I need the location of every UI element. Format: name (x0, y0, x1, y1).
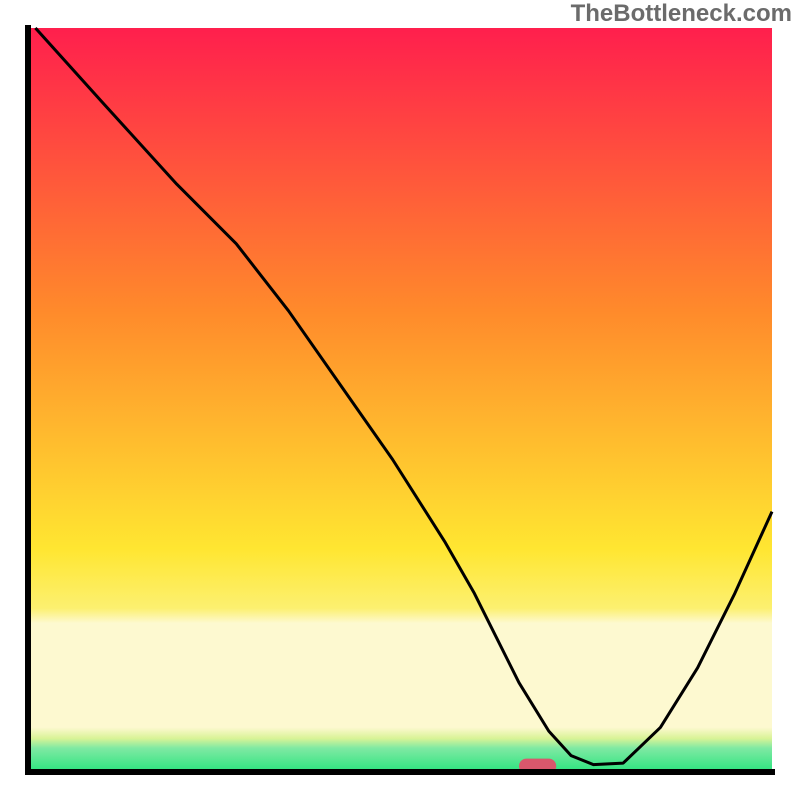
gradient-background (28, 28, 772, 772)
bottleneck-chart: TheBottleneck.com (0, 0, 800, 800)
attribution-label: TheBottleneck.com (571, 0, 792, 27)
